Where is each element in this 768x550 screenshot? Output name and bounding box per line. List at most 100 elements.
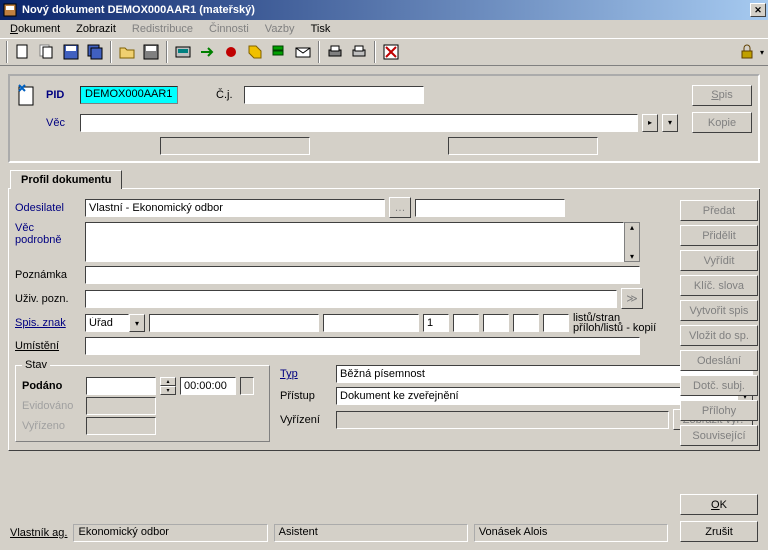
odeslani-button[interactable]: Odeslání [680,350,758,371]
uzivpozn-input[interactable] [85,290,617,308]
odesilatel-browse-button[interactable]: … [389,197,411,218]
uzivpozn-label: Uživ. pozn. [15,293,81,305]
spis-button[interactable]: SSpispis [692,85,752,106]
vlozit-do-sp-button[interactable]: Vložit do sp. [680,325,758,346]
evidovano-date [86,397,156,415]
vec-podrobne-scrollbar[interactable]: ▴▾ [624,222,640,262]
odesilatel-input[interactable] [85,199,385,217]
podano-label: Podáno [22,380,82,392]
pridelit-button[interactable]: Přidělit [680,225,758,246]
hdr-field-1 [160,137,310,155]
odesilatel-extra-input[interactable] [415,199,565,217]
tb-mail-icon[interactable] [292,41,314,63]
vec-podrobne-input[interactable] [85,222,624,262]
menu-cinnosti: Činnosti [203,22,255,36]
vec-label: Věc [46,117,76,129]
klic-slova-button[interactable]: Klíč. slova [680,275,758,296]
vec-input[interactable] [80,114,638,132]
spisznak-select[interactable] [85,314,129,332]
app-icon [2,2,18,18]
spisznak-dropdown-icon[interactable]: ▾ [129,314,145,332]
pid-value: DEMOX000AAR1 [80,86,178,104]
vyrizeni-input [336,411,669,429]
listu-input5[interactable] [543,314,569,332]
cj-label: Č.j. [216,89,240,101]
menu-dokument[interactable]: DDokumentokument [4,22,66,36]
menu-zobrazit[interactable]: Zobrazit [70,22,122,36]
tb-print2-icon[interactable] [348,41,370,63]
window-title: Nový dokument DEMOX000AAR1 (mateřský) [22,4,750,16]
toolbar: ▾ [0,38,768,66]
prilohy-button[interactable]: Přílohy [680,400,758,421]
predat-button[interactable]: Předat [680,200,758,221]
tb-new-icon[interactable] [12,41,34,63]
tb-red-icon[interactable] [220,41,242,63]
podano-check[interactable] [240,377,254,395]
cj-input[interactable] [244,86,424,104]
listu-labels: listů/stran příloh/listů - kopií [573,313,656,333]
close-icon[interactable]: ✕ [750,3,766,17]
tab-profil-dokumentu[interactable]: Profil dokumentu [10,170,122,189]
tb-tag-icon[interactable] [244,41,266,63]
vyrizeni-label: Vyřízení [280,414,332,426]
listu-input4[interactable] [513,314,539,332]
tb-copy-icon[interactable] [36,41,58,63]
podano-spin-down-icon[interactable]: ▾ [160,386,176,395]
role-value: Asistent [274,524,468,542]
menubar: DDokumentokument Zobrazit Redistribuce Č… [0,20,768,38]
listu-input3[interactable] [483,314,509,332]
tb-arrow-icon[interactable] [196,41,218,63]
dotc-subj-button[interactable]: Dotč. subj. [680,375,758,396]
vec-podrobne-label: Věc podrobně [15,222,81,246]
kopie-button[interactable]: Kopie [692,112,752,133]
poznamka-input[interactable] [85,266,640,284]
spisznak-input2[interactable] [323,314,419,332]
ok-button[interactable]: OKOK [680,494,758,515]
poznamka-label: Poznámka [15,269,81,281]
right-button-column: Předat Přidělit Vyřídit Klíč. slova Vytv… [680,200,758,446]
stav-fieldset: Stav Podáno ▴▾ Evidováno Vyřízeno [15,359,270,442]
listu-input2[interactable] [453,314,479,332]
umisteni-input[interactable] [85,337,640,355]
vyrizeno-label: Vyřízeno [22,420,82,432]
podano-spin-up-icon[interactable]: ▴ [160,377,176,386]
podano-time-input[interactable] [180,377,236,395]
umisteni-label[interactable]: Umístění [15,340,81,352]
zrusit-button[interactable]: Zrušit [680,521,758,542]
menu-tisk[interactable]: Tisk [305,22,337,36]
souvisejici-button[interactable]: Související [680,425,758,446]
pid-label: PID [46,89,76,101]
vyrizeno-date [86,417,156,435]
tb-folder-icon[interactable] [116,41,138,63]
typ-label[interactable]: Typ [280,368,332,380]
uzivpozn-expand-button[interactable]: ≫ [621,288,643,309]
vytvorit-spis-button[interactable]: Vytvořit spis [680,300,758,321]
spisznak-input1[interactable] [149,314,319,332]
stav-legend: Stav [22,359,50,371]
vec-dropdown-icon[interactable]: ▾ [662,114,678,132]
tb-device-icon[interactable] [172,41,194,63]
ok-cancel-group: OKOK Zrušit [680,494,758,542]
vec-scroll-icon[interactable]: ▸ [642,114,658,132]
pristup-label: Přístup [280,390,332,402]
spisznak-label[interactable]: Spis. znak [15,317,81,329]
footer: Vlastník ag. Ekonomický odbor Asistent V… [10,524,668,542]
tb-lock-icon[interactable] [736,41,758,63]
header-panel: PID DEMOX000AAR1 Č.j. SSpispis Věc ▸ ▾ K… [8,74,760,163]
tb-image-x-icon[interactable] [380,41,402,63]
evidovano-label: Evidováno [22,400,82,412]
tb-save2-icon[interactable] [140,41,162,63]
tb-stack-icon[interactable] [268,41,290,63]
vlastnik-label[interactable]: Vlastník ag. [10,527,67,539]
vyridit-button[interactable]: Vyřídit [680,250,758,271]
pristup-select[interactable] [336,387,737,405]
listu-input[interactable] [423,314,449,332]
podano-date-input[interactable] [86,377,156,395]
menu-redistribuce: Redistribuce [126,22,199,36]
titlebar: Nový dokument DEMOX000AAR1 (mateřský) ✕ [0,0,768,20]
tab-row: Profil dokumentu [8,169,760,189]
tb-saveall-icon[interactable] [84,41,106,63]
tb-print-icon[interactable] [324,41,346,63]
tb-dropdown-icon[interactable]: ▾ [760,48,764,57]
tb-save-icon[interactable] [60,41,82,63]
